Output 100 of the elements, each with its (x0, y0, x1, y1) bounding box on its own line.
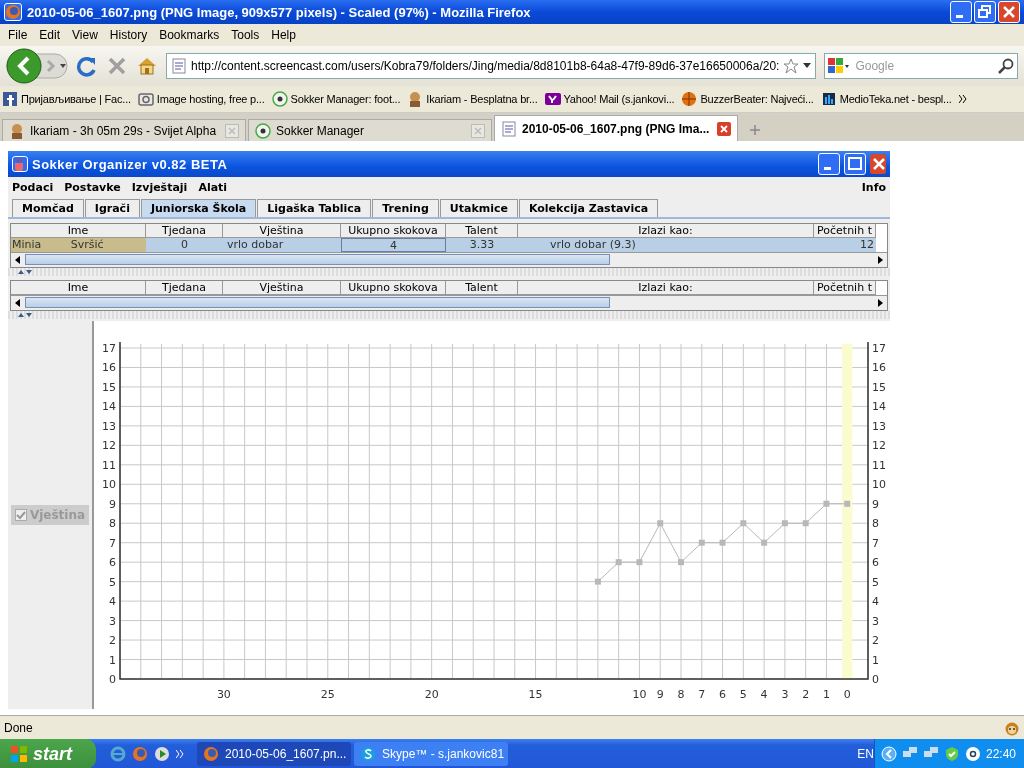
column-header[interactable]: Izlazi kao: (518, 224, 814, 238)
character-icon (9, 122, 25, 139)
close-tab-button[interactable] (717, 121, 731, 136)
column-header[interactable]: Vještina (223, 224, 341, 238)
window-title: Sokker Organizer v0.82 BETA (32, 156, 229, 172)
minimize-button[interactable] (950, 1, 972, 23)
column-header[interactable]: Ime (11, 224, 146, 238)
y-tick-label: 13 (102, 419, 116, 433)
x-tick-label: 4 (760, 688, 768, 701)
app-tab[interactable]: Igrači (84, 199, 140, 217)
column-header[interactable]: Talent (446, 281, 518, 295)
app-tab[interactable]: Ligaška Tablica (257, 199, 372, 217)
minimize-button[interactable] (818, 153, 840, 175)
ball-icon (271, 91, 288, 107)
menu-item[interactable]: File (2, 26, 34, 44)
column-header[interactable]: Ime (11, 281, 146, 295)
stop-icon[interactable] (106, 55, 128, 77)
y-tick-label: 7 (109, 536, 116, 550)
bookmark-link[interactable]: Ikariam - Besplatna br... (426, 93, 538, 105)
search-engine-icon[interactable] (828, 58, 851, 74)
browser-tab[interactable]: Sokker Manager (248, 119, 492, 141)
scrollbar-thumb[interactable] (25, 254, 611, 265)
bookmark-link[interactable]: BuzzerBeater: Najveći... (700, 93, 814, 105)
restore-button[interactable] (974, 1, 996, 23)
home-icon[interactable] (136, 55, 158, 77)
y-tick-label: 5 (872, 575, 879, 589)
app-tab[interactable]: Trening (372, 199, 439, 217)
y-tick-label: 7 (872, 536, 879, 550)
column-header[interactable]: Tjedana (146, 224, 223, 238)
table-cell: vrlo dobar (223, 238, 341, 252)
y-tick-label: 15 (872, 380, 886, 394)
menu-item[interactable]: Help (265, 26, 302, 44)
menu-item[interactable]: Bookmarks (153, 26, 226, 44)
check-shield-icon[interactable] (943, 746, 960, 762)
app-tab[interactable]: Kolekcija Zastavica (518, 199, 659, 217)
menu-item[interactable]: Postavke (64, 180, 121, 194)
browser-tab[interactable]: Ikariam - 3h 05m 29s - Svijet Alpha (2, 119, 246, 141)
app-tab[interactable]: Utakmice (439, 199, 518, 217)
collapse-arrows-icon[interactable] (18, 312, 32, 318)
page-icon (501, 120, 517, 137)
scrollbar-thumb[interactable] (25, 297, 611, 308)
data-point (761, 539, 768, 546)
menu-item[interactable]: Podaci (12, 180, 54, 194)
chevron-icon[interactable] (958, 95, 967, 103)
maximize-button[interactable] (844, 153, 866, 175)
x-tick-label: 6 (719, 688, 727, 701)
menu-item[interactable]: Info (861, 180, 886, 194)
app-tab[interactable]: Momčad (12, 199, 84, 217)
start-button[interactable]: start (0, 739, 96, 768)
browser-tab[interactable]: 2010-05-06_1607.png (PNG Ima... (494, 115, 738, 141)
table-row[interactable]: Minia Svršić 0 vrlo dobar 4 3.33 vrlo dobar (9.3) 12 (11, 238, 887, 252)
bookmark-link[interactable]: Yahoo! Mail (s.jankovi... (563, 93, 675, 105)
letter-f-icon (2, 91, 18, 107)
browser-e-icon[interactable] (110, 746, 126, 762)
table-cell: 4 (341, 238, 446, 252)
bookmark-link[interactable]: Sokker Manager: foot... (290, 93, 401, 105)
menu-item[interactable]: Izvještaji (131, 180, 188, 194)
data-point (678, 559, 684, 566)
dropdown-arrow-icon[interactable] (803, 63, 812, 69)
close-button[interactable] (870, 154, 886, 174)
windows-flag-icon (10, 745, 28, 763)
table-cell: 0 (146, 238, 223, 252)
y-tick-label: 0 (109, 673, 116, 686)
back-button[interactable] (6, 48, 68, 84)
clock: 22:40 (985, 747, 1016, 761)
search-icon[interactable] (998, 58, 1014, 74)
menu-item[interactable]: Alati (198, 180, 228, 194)
column-header[interactable]: Izlazi kao: (518, 281, 814, 295)
bookmark-link[interactable]: Image hosting, free p... (156, 93, 265, 105)
column-header[interactable]: Tjedana (146, 281, 223, 295)
menu-item[interactable]: Tools (225, 26, 266, 44)
menu-item[interactable]: Edit (33, 26, 67, 44)
column-header[interactable]: Početnih t (814, 281, 876, 295)
star-icon[interactable] (783, 58, 800, 74)
menu-item[interactable]: View (66, 26, 104, 44)
collapse-arrows-icon[interactable] (18, 269, 32, 275)
y-tick-label: 3 (872, 614, 879, 628)
app-tab[interactable]: Juniorska Škola (140, 199, 257, 217)
column-header[interactable]: Talent (446, 224, 518, 238)
close-button[interactable] (998, 1, 1020, 23)
media-player-icon[interactable] (154, 746, 170, 762)
y-tick-label: 1 (872, 653, 879, 667)
menu-item[interactable]: History (103, 26, 154, 44)
column-header[interactable]: Ukupno skokova (341, 224, 446, 238)
data-point (740, 520, 747, 527)
url-field[interactable]: http://content.screencast.com/users/Kobra79/folders/Jing/media/8d8101b8-64a8-47f9-89d6-37e16650006a/20: (166, 53, 817, 79)
column-header[interactable]: Vještina (223, 281, 341, 295)
reload-icon[interactable] (76, 55, 98, 77)
x-tick-label: 20 (424, 688, 439, 701)
y-tick-label: 13 (872, 419, 886, 433)
column-header[interactable]: Početnih t (814, 224, 876, 238)
search-box[interactable]: Google (824, 53, 1018, 79)
bookmark-link[interactable]: Пријављивање | Fac... (21, 93, 131, 105)
language-indicator[interactable]: EN (857, 747, 874, 761)
expand-tray-icon[interactable] (880, 746, 897, 762)
taskbar-button[interactable]: Skype™ - s.jankovic81 (354, 742, 508, 766)
taskbar-button[interactable]: 2010-05-06_1607.pn... (197, 742, 351, 766)
data-point (657, 520, 664, 527)
column-header[interactable]: Ukupno skokova (341, 281, 446, 295)
bookmark-link[interactable]: MedioTeka.net - bespl... (839, 93, 952, 105)
